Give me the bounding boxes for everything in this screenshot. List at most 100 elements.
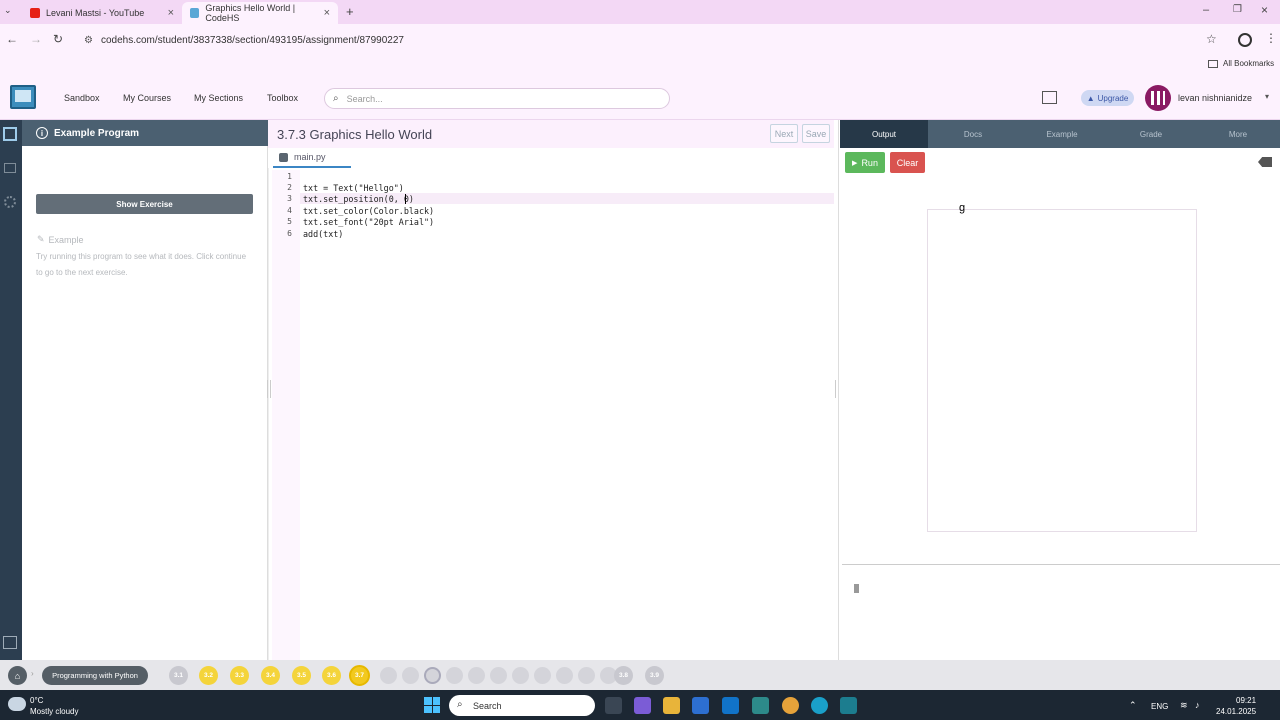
code-line[interactable]: add(txt) [303,229,343,239]
console-area[interactable] [846,578,1280,660]
console-divider[interactable] [842,564,1280,566]
tab-docs[interactable]: Docs [928,120,1018,148]
run-button[interactable]: ▶ Run [845,152,885,173]
minimize-icon[interactable]: – [1203,4,1209,16]
line-number: 3 [287,194,292,203]
calendar-icon[interactable] [1042,91,1057,104]
unit-3-8[interactable]: 3.8 [614,666,633,685]
clock-date[interactable]: 24.01.2025 [1216,707,1256,716]
url-text: codehs.com/student/3837338/section/49319… [100,34,404,46]
all-bookmarks-label: All Bookmarks [1223,59,1275,68]
unit-3-1[interactable]: 3.1 [169,666,188,685]
new-tab-icon[interactable]: + [346,4,354,19]
store-icon[interactable] [692,697,709,714]
language-indicator[interactable]: ENG [1151,702,1168,711]
search-input[interactable]: ⌕ Search... [324,88,670,109]
chrome-icon[interactable] [782,697,799,714]
exercise-icon[interactable] [512,667,529,684]
wifi-icon[interactable]: ≋ [1180,700,1188,711]
course-pill[interactable]: Programming with Python [42,666,148,685]
save-button[interactable]: Save [802,124,830,143]
codehs-logo-icon[interactable] [10,85,36,109]
all-bookmarks[interactable]: All Bookmarks [1208,59,1274,68]
edge-icon[interactable] [811,697,828,714]
assignment-header: 3.7.3 Graphics Hello World [268,120,834,148]
next-button[interactable]: Next [770,124,798,143]
nav-link-toolbox[interactable]: Toolbox [267,93,298,103]
exercise-icon[interactable] [534,667,551,684]
weather-cloud-icon[interactable] [8,697,26,711]
file-explorer-icon[interactable] [663,697,680,714]
user-name[interactable]: levan nishnianidze [1178,93,1252,103]
browser-tab-codehs[interactable]: Graphics Hello World | CodeHS × [182,2,338,24]
current-exercise-icon[interactable] [424,667,441,684]
upgrade-label: Upgrade [1097,93,1129,103]
site-info-icon[interactable]: ⚙ [84,35,93,46]
copilot-icon[interactable] [634,697,651,714]
bookmark-star-icon[interactable]: ☆ [1206,32,1217,46]
browser-menu-icon[interactable]: ⋮ [1265,31,1277,45]
exercise-icon[interactable] [556,667,573,684]
close-tab-icon[interactable]: × [168,7,174,19]
code-line[interactable]: txt.set_font("20pt Arial") [303,217,434,227]
user-menu-chevron-icon[interactable]: ▾ [1265,92,1269,101]
show-exercise-button[interactable]: Show Exercise [36,194,253,214]
file-tab-main-py[interactable]: main.py [273,148,351,168]
briefcase-icon[interactable] [4,163,16,173]
exercise-icon[interactable] [490,667,507,684]
taskbar-search[interactable]: ⌕ Search [449,695,595,716]
layout-toggle-icon[interactable] [3,636,17,649]
clear-button[interactable]: Clear [890,152,925,173]
exercise-icon[interactable] [446,667,463,684]
unit-3-5[interactable]: 3.5 [292,666,311,685]
forward-icon[interactable]: → [30,32,42,46]
app-icon[interactable] [752,697,769,714]
codehs-app-icon[interactable] [840,697,857,714]
code-editor[interactable] [268,168,834,660]
exercise-icon[interactable] [578,667,595,684]
volume-icon[interactable]: ♪ [1195,700,1200,710]
settings-icon[interactable] [4,196,16,208]
outlook-icon[interactable] [722,697,739,714]
code-line[interactable]: txt.set_color(Color.black) [303,206,434,216]
task-view-icon[interactable] [605,697,622,714]
video-icon[interactable] [380,667,397,684]
unit-3-9[interactable]: 3.9 [645,666,664,685]
back-icon[interactable]: ← [6,32,18,46]
nav-link-sandbox[interactable]: Sandbox [64,93,100,103]
nav-link-my-sections[interactable]: My Sections [194,93,243,103]
code-line[interactable]: txt = Text("Hellgo") [303,183,404,193]
exercise-icon[interactable] [468,667,485,684]
reload-icon[interactable]: ↻ [53,32,63,46]
unit-3-7-current[interactable]: 3.7 [349,665,370,686]
weather-desc[interactable]: Mostly cloudy [30,707,78,716]
unit-3-6[interactable]: 3.6 [322,666,341,685]
url-bar[interactable]: ⚙ codehs.com/student/3837338/section/493… [76,28,1226,52]
close-window-icon[interactable]: × [1261,3,1268,17]
avatar[interactable] [1145,85,1171,111]
clock-time[interactable]: 09:21 [1236,696,1256,705]
home-icon[interactable]: ⌂ [8,666,27,685]
unit-3-3[interactable]: 3.3 [230,666,249,685]
tab-more[interactable]: More [1196,120,1280,148]
unit-3-4[interactable]: 3.4 [261,666,280,685]
code-line[interactable]: txt.set_position(0, 0) [303,194,414,204]
text-cursor [405,194,406,204]
left-resize-handle[interactable] [267,380,271,398]
browser-tab-youtube[interactable]: Levani Mastsi - YouTube × [22,2,182,24]
weather-temp[interactable]: 0°C [30,696,43,705]
windows-start-icon[interactable] [424,697,440,713]
tab-output[interactable]: Output [840,120,928,148]
tab-example[interactable]: Example [1018,120,1106,148]
map-icon[interactable] [3,127,17,141]
nav-link-my-courses[interactable]: My Courses [123,93,171,103]
tray-chevron-icon[interactable]: ⌃ [1129,700,1137,711]
maximize-icon[interactable]: ❐ [1233,4,1242,15]
upgrade-button[interactable]: ▲ Upgrade [1081,90,1134,106]
quiz-icon[interactable] [402,667,419,684]
profile-icon[interactable] [1238,33,1252,47]
tab-search-chevron-icon[interactable]: ⌄ [4,5,12,16]
close-tab-icon[interactable]: × [324,7,330,19]
tab-grade[interactable]: Grade [1106,120,1196,148]
unit-3-2[interactable]: 3.2 [199,666,218,685]
